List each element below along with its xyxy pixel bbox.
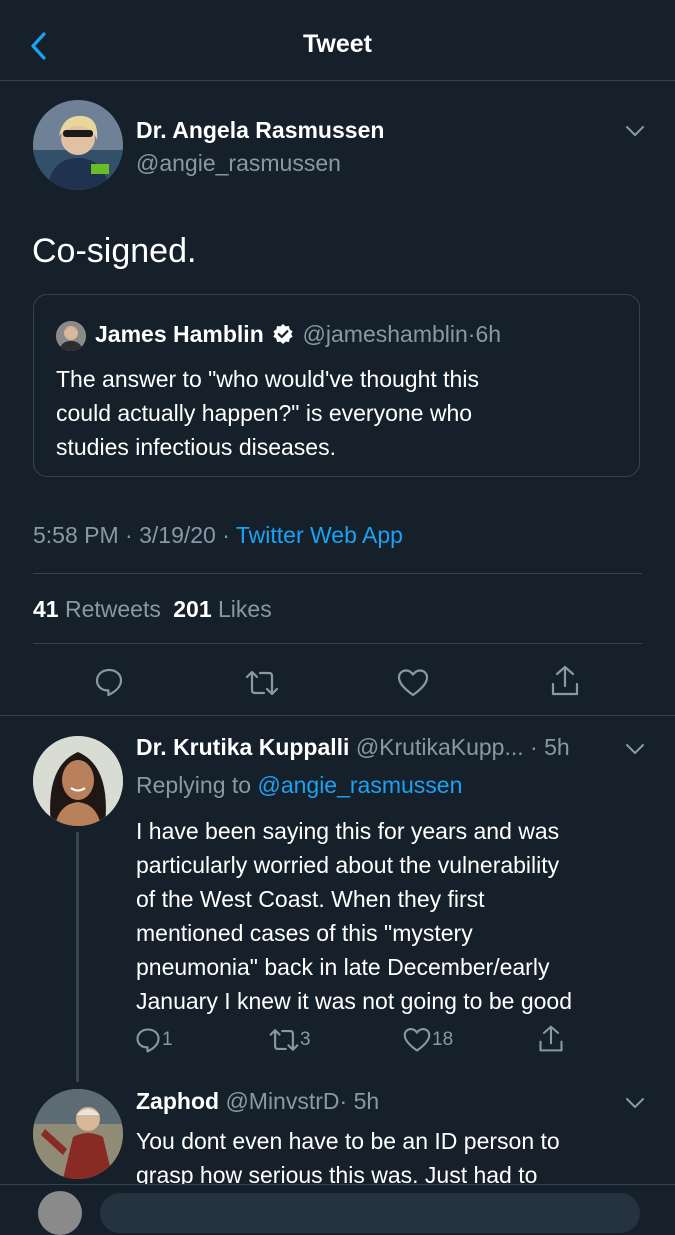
replying-to: Replying to @angie_rasmussen	[136, 772, 462, 799]
reply-time: · 5h	[530, 734, 570, 760]
share-icon	[539, 1025, 563, 1052]
reply-author-name[interactable]: Dr. Krutika Kuppalli	[136, 734, 349, 760]
retweet-icon	[269, 1029, 299, 1051]
reply-header: Dr. Krutika Kuppalli @KrutikaKupp... · 5…	[136, 734, 570, 761]
compose-avatar[interactable]	[38, 1191, 82, 1235]
compose-bar	[0, 1184, 675, 1235]
reply-text-line: You dont even have to be an ID person to	[136, 1128, 560, 1154]
reply-icon	[95, 668, 123, 697]
quoted-avatar	[56, 321, 86, 351]
replying-to-handle[interactable]: @angie_rasmussen	[257, 772, 462, 798]
retweet-button[interactable]	[244, 668, 280, 698]
chevron-down-icon	[626, 1098, 644, 1108]
reply-reply-button[interactable]: 1	[134, 1026, 173, 1054]
author-name[interactable]: Dr. Angela Rasmussen	[136, 117, 384, 144]
retweet-icon	[245, 670, 279, 696]
share-button[interactable]	[549, 664, 581, 698]
reply-reply-count: 1	[162, 1029, 173, 1050]
counts-divider	[33, 643, 642, 644]
replying-to-label: Replying to	[136, 772, 252, 798]
tweet-meta: 5:58 PM · 3/19/20 · Twitter Web App	[33, 522, 403, 549]
tweet-source-link[interactable]: Twitter Web App	[236, 522, 403, 548]
actions-divider	[0, 715, 675, 716]
header-divider	[0, 80, 675, 81]
meta-divider	[33, 573, 642, 574]
reply-text: I have been saying this for years and wa…	[136, 814, 572, 1018]
quoted-text-line-1: The answer to "who would've thought this	[56, 366, 479, 392]
like-label: Likes	[218, 596, 272, 622]
reply-text-line: of the West Coast. When they first	[136, 886, 485, 912]
quoted-text-line-3: studies infectious diseases.	[56, 434, 336, 460]
share-icon	[551, 665, 579, 696]
reply-menu-button[interactable]	[622, 1090, 648, 1116]
reply-button[interactable]	[93, 666, 125, 698]
tweet-menu-button[interactable]	[622, 118, 648, 144]
verified-badge-icon	[272, 323, 294, 345]
heart-icon	[397, 669, 429, 697]
reply-retweet-button[interactable]: 3	[268, 1026, 311, 1054]
like-button[interactable]	[396, 667, 430, 699]
quoted-text-line-2: could actually happen?" is everyone who	[56, 400, 473, 426]
quoted-time: 6h	[475, 321, 502, 347]
reply-text-line: January I knew it was not going to be go…	[136, 988, 573, 1014]
reply-text-line: particularly worried about the vulnerabi…	[136, 852, 560, 878]
reply-header: Zaphod @MinvstrD· 5h	[136, 1088, 379, 1115]
tweet-timestamp: 5:58 PM · 3/19/20 ·	[33, 522, 230, 548]
reply-icon	[136, 1028, 160, 1053]
thread-line	[76, 832, 79, 1082]
retweet-label: Retweets	[64, 596, 161, 622]
engagement-counts: 41 Retweets 201 Likes	[33, 596, 272, 623]
author-handle[interactable]: @angie_rasmussen	[136, 150, 341, 177]
page-title: Tweet	[303, 30, 372, 58]
reply-like-button[interactable]: 18	[402, 1026, 453, 1054]
like-count: 201	[173, 596, 212, 622]
reply-text-line: mentioned cases of this "mystery	[136, 920, 473, 946]
reply-avatar[interactable]	[33, 1089, 123, 1179]
reply-avatar[interactable]	[33, 736, 123, 826]
reply-author-handle[interactable]: @MinvstrD	[225, 1088, 339, 1114]
reply-time: · 5h	[339, 1088, 380, 1114]
quoted-author-handle[interactable]: @jameshamblin	[303, 321, 468, 347]
reply-text: You dont even have to be an ID person to…	[136, 1124, 560, 1192]
retweet-count: 41	[33, 596, 59, 622]
tweet-text: Co-signed.	[32, 232, 197, 270]
quoted-author-name[interactable]: James Hamblin	[95, 321, 264, 347]
reply-like-count: 18	[432, 1029, 454, 1050]
chevron-down-icon	[626, 744, 644, 754]
heart-icon	[403, 1028, 431, 1052]
author-avatar[interactable]	[33, 100, 123, 190]
reply-text-line: I have been saying this for years and wa…	[136, 818, 560, 844]
chevron-down-icon	[626, 126, 644, 136]
reply-share-button[interactable]	[537, 1024, 565, 1054]
reply-input[interactable]	[100, 1193, 640, 1233]
quoted-header: James Hamblin @jameshamblin·6h	[95, 320, 501, 348]
reply-menu-button[interactable]	[622, 736, 648, 762]
retweets-link[interactable]: 41 Retweets	[33, 596, 167, 622]
reply-text-line: pneumonia" back in late December/early	[136, 954, 550, 980]
reply-retweet-count: 3	[300, 1029, 311, 1050]
reply-author-name[interactable]: Zaphod	[136, 1088, 219, 1114]
likes-link[interactable]: 201 Likes	[173, 596, 271, 622]
reply-author-handle[interactable]: @KrutikaKupp...	[356, 734, 524, 760]
